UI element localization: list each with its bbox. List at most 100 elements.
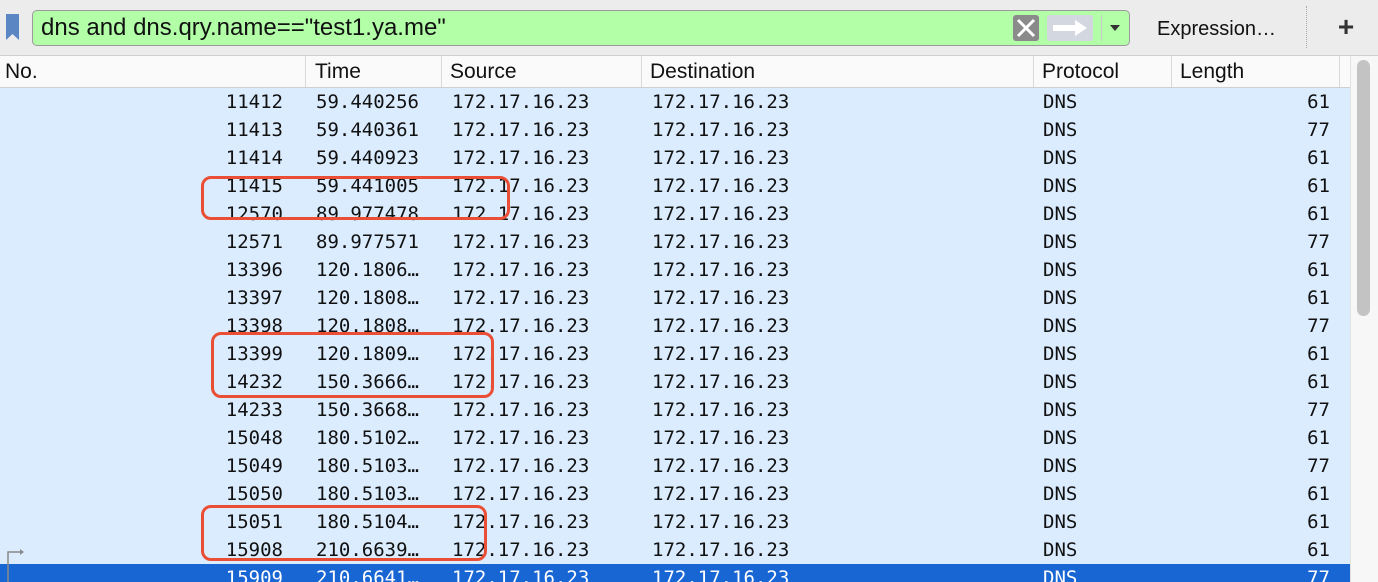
column-header-no[interactable]: No. — [0, 56, 306, 87]
clear-icon — [1016, 18, 1036, 38]
packet-row[interactable]: 13399 120.1809… 172.17.16.23 172.17.16.23 DN… — [0, 340, 1350, 368]
cell-destination: 172.17.16.23 — [652, 203, 790, 225]
annotation-box-3 — [201, 505, 487, 561]
packet-row[interactable]: 13396 120.1806… 172.17.16.23 172.17.16.23 DN… — [0, 256, 1350, 284]
packet-list-header: No. Time Source Destination Protocol Len… — [0, 56, 1350, 88]
expression-button[interactable]: Expression… — [1143, 16, 1290, 42]
cell-length: 61 — [1307, 511, 1330, 533]
cell-destination: 172.17.16.23 — [652, 427, 790, 449]
column-header-destination[interactable]: Destination — [642, 56, 1034, 87]
packet-row[interactable]: 15049 180.5103… 172.17.16.23 172.17.16.23 DN… — [0, 452, 1350, 480]
cell-length: 77 — [1307, 119, 1330, 141]
cell-time: 120.1806… — [316, 259, 419, 281]
scrollbar-thumb[interactable] — [1357, 60, 1370, 316]
cell-length: 77 — [1307, 315, 1330, 337]
cell-destination: 172.17.16.23 — [652, 371, 790, 393]
cell-destination: 172.17.16.23 — [652, 343, 790, 365]
cell-destination: 172.17.16.23 — [652, 231, 790, 253]
cell-time: 59.440923 — [316, 147, 419, 169]
cell-no: 15909 — [225, 567, 283, 582]
cell-no: 13397 — [225, 287, 283, 309]
cell-source: 172.17.16.23 — [452, 119, 590, 141]
cell-source: 172.17.16.23 — [452, 483, 590, 505]
packet-row-selected[interactable]: 15909 210.6641… 172.17.16.23 172.17.16.23 DN… — [0, 564, 1350, 582]
cell-length: 61 — [1307, 91, 1330, 113]
cell-protocol: DNS — [1043, 119, 1078, 141]
cell-time: 180.5103… — [316, 455, 419, 477]
cell-protocol: DNS — [1043, 511, 1078, 533]
cell-protocol: DNS — [1043, 539, 1078, 561]
clear-filter-button[interactable] — [1013, 15, 1039, 41]
cell-no: 14233 — [225, 399, 283, 421]
packet-row[interactable]: 14232 150.3666… 172.17.16.23 172.17.16.23 DN… — [0, 368, 1350, 396]
packet-list-scrollbar[interactable] — [1350, 56, 1378, 582]
cell-source: 172.17.16.23 — [452, 455, 590, 477]
cell-length: 61 — [1307, 259, 1330, 281]
bookmark-icon[interactable] — [5, 13, 20, 41]
cell-protocol: DNS — [1043, 175, 1078, 197]
cell-no: 15048 — [225, 427, 283, 449]
packet-row[interactable]: 14233 150.3668… 172.17.16.23 172.17.16.23 DN… — [0, 396, 1350, 424]
cell-length: 61 — [1307, 371, 1330, 393]
cell-time: 150.3668… — [316, 399, 419, 421]
cell-destination: 172.17.16.23 — [652, 399, 790, 421]
cell-source: 172.17.16.23 — [452, 231, 590, 253]
packet-row[interactable]: 11413 59.440361 172.17.16.23 172.17.16.23 DN… — [0, 116, 1350, 144]
column-header-source[interactable]: Source — [442, 56, 642, 87]
cell-no: 13396 — [225, 259, 283, 281]
cell-destination: 172.17.16.23 — [652, 539, 790, 561]
cell-protocol: DNS — [1043, 399, 1078, 421]
cell-source: 172.17.16.23 — [452, 567, 590, 582]
cell-protocol: DNS — [1043, 315, 1078, 337]
cell-length: 77 — [1307, 231, 1330, 253]
cell-protocol: DNS — [1043, 287, 1078, 309]
cell-length: 61 — [1307, 343, 1330, 365]
packet-row[interactable]: 15048 180.5102… 172.17.16.23 172.17.16.23 DN… — [0, 424, 1350, 452]
display-filter-text[interactable]: dns and dns.qry.name=="test1.ya.me" — [41, 14, 446, 42]
cell-time: 89.977571 — [316, 231, 419, 253]
cell-protocol: DNS — [1043, 343, 1078, 365]
column-header-protocol[interactable]: Protocol — [1034, 56, 1172, 87]
cell-destination: 172.17.16.23 — [652, 511, 790, 533]
chevron-down-icon — [1110, 25, 1120, 31]
cell-length: 61 — [1307, 483, 1330, 505]
cell-source: 172.17.16.23 — [452, 399, 590, 421]
packet-row[interactable]: 13398 120.1808… 172.17.16.23 172.17.16.23 DN… — [0, 312, 1350, 340]
cell-length: 61 — [1307, 175, 1330, 197]
packet-row[interactable]: 13397 120.1808… 172.17.16.23 172.17.16.23 DN… — [0, 284, 1350, 312]
cell-length: 61 — [1307, 203, 1330, 225]
cell-source: 172.17.16.23 — [452, 91, 590, 113]
packet-row[interactable]: 11414 59.440923 172.17.16.23 172.17.16.23 DN… — [0, 144, 1350, 172]
packet-row[interactable]: 15050 180.5103… 172.17.16.23 172.17.16.23 DN… — [0, 480, 1350, 508]
cell-destination: 172.17.16.23 — [652, 455, 790, 477]
cell-length: 61 — [1307, 427, 1330, 449]
cell-no: 11412 — [225, 91, 283, 113]
cell-destination: 172.17.16.23 — [652, 287, 790, 309]
cell-source: 172.17.16.23 — [452, 259, 590, 281]
add-filter-button[interactable]: + — [1332, 12, 1360, 42]
cell-time: 120.1808… — [316, 287, 419, 309]
cell-length: 77 — [1307, 399, 1330, 421]
cell-destination: 172.17.16.23 — [652, 259, 790, 281]
cell-no: 11413 — [225, 119, 283, 141]
filter-history-dropdown[interactable] — [1101, 15, 1128, 41]
packet-row[interactable]: 11412 59.440256 172.17.16.23 172.17.16.23 DN… — [0, 88, 1350, 116]
packet-row[interactable]: 12571 89.977571 172.17.16.23 172.17.16.23 DN… — [0, 228, 1350, 256]
annotation-box-2 — [211, 332, 494, 398]
cell-destination: 172.17.16.23 — [652, 147, 790, 169]
column-header-time[interactable]: Time — [306, 56, 442, 87]
display-filter-input[interactable]: dns and dns.qry.name=="test1.ya.me" — [32, 10, 1130, 46]
cell-protocol: DNS — [1043, 147, 1078, 169]
cell-protocol: DNS — [1043, 427, 1078, 449]
toolbar-divider — [1306, 6, 1307, 48]
arrow-right-icon — [1053, 20, 1087, 36]
apply-filter-button[interactable] — [1047, 15, 1093, 41]
annotation-box-1 — [201, 176, 510, 220]
cell-destination: 172.17.16.23 — [652, 175, 790, 197]
cell-protocol: DNS — [1043, 455, 1078, 477]
column-header-length[interactable]: Length — [1172, 56, 1340, 87]
cell-time: 180.5102… — [316, 427, 419, 449]
cell-protocol: DNS — [1043, 483, 1078, 505]
cell-no: 15049 — [225, 455, 283, 477]
cell-length: 61 — [1307, 287, 1330, 309]
